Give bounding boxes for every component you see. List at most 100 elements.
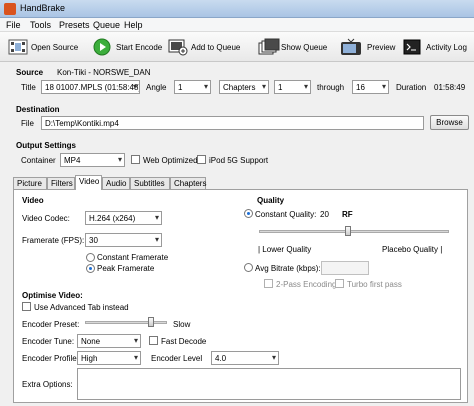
film-icon	[8, 38, 28, 56]
container-select[interactable]: MP4	[60, 153, 125, 167]
encoder-preset-slider-thumb[interactable]	[147, 317, 154, 327]
show-queue-button[interactable]: Show Queue	[258, 37, 327, 57]
encoder-profile-label: Encoder Profile:	[22, 354, 79, 363]
advanced-tab-checkbox[interactable]	[22, 302, 31, 311]
two-pass-checkbox[interactable]	[264, 279, 273, 288]
tab-filters[interactable]: Filters	[47, 177, 75, 189]
fast-decode-checkbox[interactable]	[149, 336, 158, 345]
tab-picture[interactable]: Picture	[13, 177, 47, 189]
tab-video[interactable]: Video	[75, 175, 102, 190]
source-name: Kon-Tiki - NORSWE_DAN	[57, 68, 151, 77]
tab-audio[interactable]: Audio	[102, 177, 130, 189]
avg-bitrate-input[interactable]	[321, 261, 369, 275]
open-source-label: Open Source	[31, 42, 79, 52]
turbo-checkbox[interactable]	[335, 279, 344, 288]
constant-quality-label: Constant Quality:	[255, 210, 317, 219]
avg-bitrate-radio[interactable]	[244, 263, 253, 272]
range-type-select[interactable]: Chapters	[219, 80, 269, 94]
avg-bitrate-label: Avg Bitrate (kbps):	[255, 264, 321, 273]
menu-tools[interactable]: Tools	[30, 20, 51, 30]
encoder-tune-select[interactable]: None	[77, 334, 141, 348]
tab-subtitles[interactable]: Subtitles	[130, 177, 170, 189]
fast-decode-label: Fast Decode	[161, 337, 207, 346]
file-path-input[interactable]: D:\Temp\Kontiki.mp4	[41, 116, 424, 130]
rf-slider-track[interactable]	[259, 230, 449, 233]
add-to-queue-button[interactable]: Add to Queue	[168, 37, 240, 57]
extra-options-textarea[interactable]	[77, 368, 461, 400]
video-tab-panel: Video Video Codec: H.264 (x264) Framerat…	[13, 189, 468, 403]
extra-options-label: Extra Options:	[22, 380, 73, 389]
queue-icon	[258, 38, 280, 56]
encoder-tune-label: Encoder Tune:	[22, 337, 75, 346]
ipod-label: iPod 5G Support	[209, 156, 269, 165]
activity-log-button[interactable]: Activity Log	[403, 37, 467, 57]
tab-chapters[interactable]: Chapters	[170, 177, 206, 189]
output-heading: Output Settings	[16, 141, 76, 150]
peak-framerate-label: Peak Framerate	[97, 264, 155, 273]
encoder-profile-select[interactable]: High	[77, 351, 141, 365]
angle-label: Angle	[146, 83, 167, 92]
video-codec-select[interactable]: H.264 (x264)	[85, 211, 162, 225]
quality-heading: Quality	[257, 196, 285, 205]
start-encode-button[interactable]: Start Encode	[93, 37, 162, 57]
cq-value: 20	[320, 210, 329, 219]
encoder-preset-slider-track[interactable]	[85, 321, 167, 324]
menu-presets[interactable]: Presets	[59, 20, 90, 30]
menu-help[interactable]: Help	[124, 20, 143, 30]
web-optimized-checkbox[interactable]	[131, 155, 140, 164]
constant-framerate-radio[interactable]	[86, 253, 95, 262]
toolbar: Open Source Start Encode Add to Queue Sh…	[0, 32, 474, 62]
add-to-queue-label: Add to Queue	[191, 42, 241, 52]
encoder-preset-label: Encoder Preset:	[22, 320, 80, 329]
container-label: Container	[21, 156, 56, 165]
framerate-select[interactable]: 30	[85, 233, 162, 247]
encoder-level-select[interactable]: 4.0	[211, 351, 279, 365]
play-icon	[93, 38, 111, 56]
optimise-heading: Optimise Video:	[22, 291, 83, 300]
title-bar: HandBrake	[0, 0, 474, 18]
turbo-label: Turbo first pass	[347, 280, 402, 289]
source-heading: Source	[16, 68, 44, 77]
menu-file[interactable]: File	[6, 20, 21, 30]
constant-quality-radio[interactable]	[244, 209, 253, 218]
title-label: Title	[21, 83, 36, 92]
video-codec-label: Video Codec:	[22, 214, 70, 223]
tv-icon	[340, 38, 362, 56]
two-pass-label: 2-Pass Encoding	[276, 280, 337, 289]
range-start-select[interactable]: 1	[274, 80, 311, 94]
ipod-checkbox[interactable]	[197, 155, 206, 164]
destination-heading: Destination	[16, 105, 60, 114]
duration-label: Duration	[396, 83, 427, 92]
preview-label: Preview	[367, 42, 396, 52]
framerate-label: Framerate (FPS):	[22, 236, 85, 245]
lower-quality-label: | Lower Quality	[258, 245, 312, 254]
handbrake-icon	[4, 3, 16, 15]
title-select[interactable]: 18 01007.MPLS (01:58:48)	[41, 80, 140, 94]
rf-label: RF	[342, 210, 353, 219]
duration-value: 01:58:49	[434, 83, 466, 92]
peak-framerate-radio[interactable]	[86, 264, 95, 273]
range-end-select[interactable]: 16	[352, 80, 389, 94]
angle-select[interactable]: 1	[174, 80, 211, 94]
preview-button[interactable]: Preview	[340, 37, 395, 57]
advanced-tab-label: Use Advanced Tab instead	[34, 303, 129, 312]
slow-label: Slow	[173, 320, 191, 329]
activity-log-label: Activity Log	[426, 42, 467, 52]
menu-queue[interactable]: Queue	[93, 20, 120, 30]
menu-bar: File Tools Presets Queue Help	[0, 18, 474, 32]
video-heading: Video	[22, 196, 44, 205]
placebo-quality-label: Placebo Quality |	[382, 245, 443, 254]
add-queue-icon	[168, 38, 188, 56]
constant-framerate-label: Constant Framerate	[97, 253, 169, 262]
terminal-icon	[403, 38, 421, 56]
encoder-level-label: Encoder Level	[151, 354, 203, 363]
through-label: through	[317, 83, 345, 92]
web-optimized-label: Web Optimized	[143, 156, 198, 165]
browse-button[interactable]: Browse	[430, 115, 469, 130]
open-source-button[interactable]: Open Source	[8, 37, 78, 57]
file-label: File	[21, 119, 34, 128]
start-encode-label: Start Encode	[116, 42, 163, 52]
window-title: HandBrake	[20, 3, 66, 13]
rf-slider-thumb[interactable]	[345, 226, 352, 236]
show-queue-label: Show Queue	[281, 42, 328, 52]
